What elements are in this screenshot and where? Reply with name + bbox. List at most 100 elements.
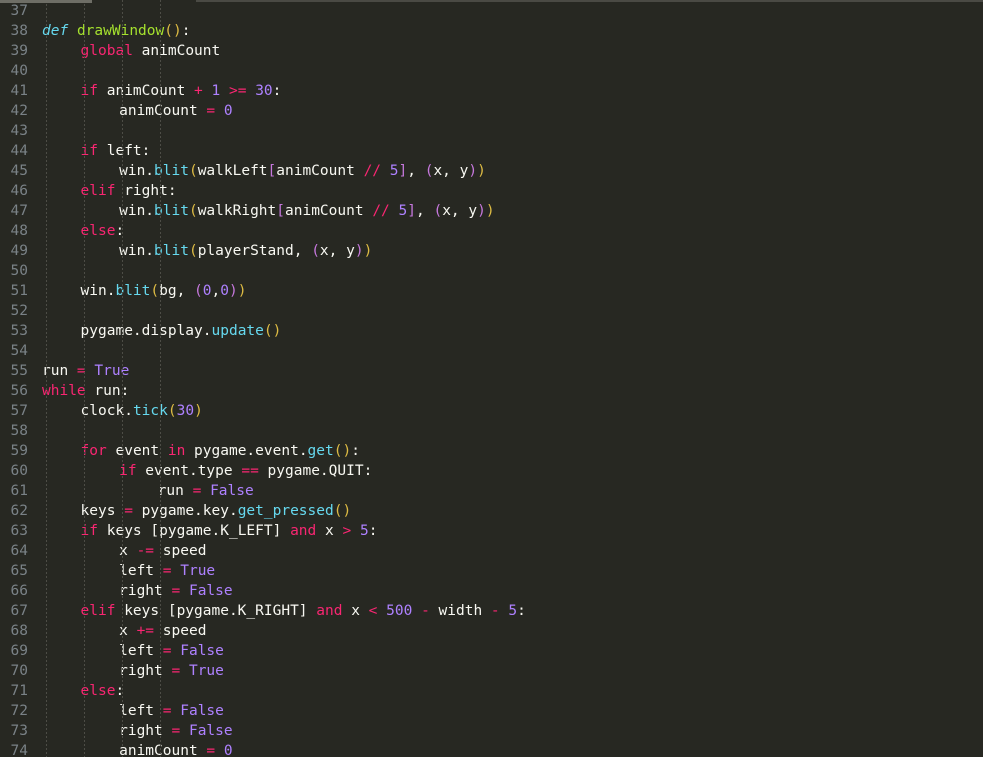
code-token: ( — [188, 203, 198, 219]
line-number: 49 — [10, 243, 28, 259]
code-token: win. — [80, 283, 116, 299]
code-token: left — [119, 643, 163, 659]
line-number: 45 — [10, 163, 28, 179]
code-token: + — [194, 83, 203, 99]
code-line[interactable]: win.blit(playerStand, (x, y)) — [119, 241, 372, 261]
code-line[interactable]: else: — [81, 681, 125, 701]
code-token: - — [490, 603, 500, 619]
line-number: 37 — [10, 3, 28, 19]
indent-guide — [46, 0, 47, 757]
code-token: True — [180, 563, 216, 579]
code-line[interactable]: else: — [81, 221, 125, 241]
code-token: False — [180, 643, 224, 659]
code-token: ) — [194, 403, 203, 419]
code-line[interactable]: run = True — [42, 361, 129, 381]
code-line[interactable]: if event.type == pygame.QUIT: — [119, 461, 372, 481]
code-line[interactable]: x -= speed — [119, 541, 206, 561]
code-token: get_pressed — [237, 503, 334, 519]
line-number: 73 — [10, 723, 28, 739]
line-number: 58 — [10, 423, 28, 439]
line-number: 43 — [10, 123, 28, 139]
code-token: keys [pygame.K_LEFT] — [98, 523, 291, 539]
line-number: 54 — [10, 343, 28, 359]
code-line[interactable]: elif right: — [81, 181, 177, 201]
code-token: = — [171, 723, 181, 739]
code-line[interactable]: left = False — [119, 701, 224, 721]
line-number: 70 — [10, 663, 28, 679]
code-token: x — [316, 523, 343, 539]
code-token: , — [415, 203, 434, 219]
code-line[interactable]: win.blit(bg, (0,0)) — [81, 281, 247, 301]
code-line[interactable]: right = False — [119, 721, 233, 741]
code-token: == — [241, 463, 259, 479]
line-number: 59 — [10, 443, 28, 459]
code-line[interactable]: pygame.display.update() — [81, 321, 282, 341]
code-token: ) — [468, 163, 478, 179]
line-number: 46 — [10, 183, 28, 199]
code-token: speed — [154, 623, 207, 639]
line-number: 39 — [10, 43, 28, 59]
code-line[interactable]: animCount = 0 — [119, 101, 233, 121]
code-line[interactable]: win.blit(walkLeft[animCount // 5], (x, y… — [119, 161, 486, 181]
line-number: 62 — [10, 503, 28, 519]
line-number: 40 — [10, 63, 28, 79]
code-token: ( — [311, 243, 320, 259]
code-token: ) — [485, 203, 495, 219]
code-line[interactable]: x += speed — [119, 621, 206, 641]
code-content[interactable]: def drawWindow(): global animCount if anim… — [30, 0, 983, 757]
code-line[interactable]: if keys [pygame.K_LEFT] and x > 5: — [81, 521, 378, 541]
code-token: walkRight — [197, 203, 277, 219]
line-number: 55 — [10, 363, 28, 379]
code-line[interactable]: elif keys [pygame.K_RIGHT] and x < 500 -… — [81, 601, 526, 621]
code-token: False — [188, 723, 233, 739]
code-line[interactable]: right = True — [119, 661, 224, 681]
code-token: ( — [194, 283, 203, 299]
code-line[interactable]: animCount = 0 — [119, 741, 233, 757]
code-line[interactable]: global animCount — [81, 41, 221, 61]
code-token: > — [342, 523, 352, 539]
code-token: global — [80, 43, 133, 59]
code-line[interactable]: if left: — [81, 141, 151, 161]
code-token: = — [171, 583, 181, 599]
code-line[interactable]: def drawWindow(): — [42, 21, 190, 41]
scrollbar-track[interactable] — [196, 0, 983, 2]
horizontal-scrollbar[interactable] — [0, 0, 983, 4]
code-token: = — [162, 703, 172, 719]
scrollbar-thumb[interactable] — [0, 0, 92, 3]
code-line[interactable]: if animCount + 1 >= 30: — [81, 81, 282, 101]
code-line[interactable]: win.blit(walkRight[animCount // 5], (x, … — [119, 201, 494, 221]
code-token: update — [211, 323, 264, 339]
code-token: = — [171, 663, 181, 679]
line-number-gutter[interactable]: 37 38 39 40 41 42 43 44 45 46 47 48 49 50 51 52 53 54 55 56… — [0, 0, 30, 757]
code-token: win. — [119, 203, 155, 219]
code-token: False — [210, 483, 254, 499]
code-line[interactable]: run = False — [158, 481, 254, 501]
code-token: ) — [477, 163, 486, 179]
code-token: 1 — [211, 83, 221, 99]
line-number: 41 — [10, 83, 28, 99]
code-line[interactable]: left = True — [119, 561, 215, 581]
code-token: : — [517, 603, 526, 619]
code-token: bg, — [159, 283, 195, 299]
code-token: right: — [115, 183, 177, 199]
code-token: () — [333, 443, 352, 459]
line-number: 66 — [10, 583, 28, 599]
code-line[interactable]: clock.tick(30) — [81, 401, 203, 421]
line-number: 42 — [10, 103, 28, 119]
code-token: 0 — [202, 283, 212, 299]
code-token: ) — [477, 203, 486, 219]
code-line[interactable]: left = False — [119, 641, 224, 661]
code-token: True — [188, 663, 224, 679]
code-line[interactable]: right = False — [119, 581, 233, 601]
code-token: True — [94, 363, 130, 379]
code-line[interactable]: while run: — [42, 381, 129, 401]
code-token: elif — [80, 603, 116, 619]
code-editor[interactable]: def drawWindow(): global animCount if anim… — [0, 0, 983, 757]
code-token: animCount — [119, 743, 207, 757]
